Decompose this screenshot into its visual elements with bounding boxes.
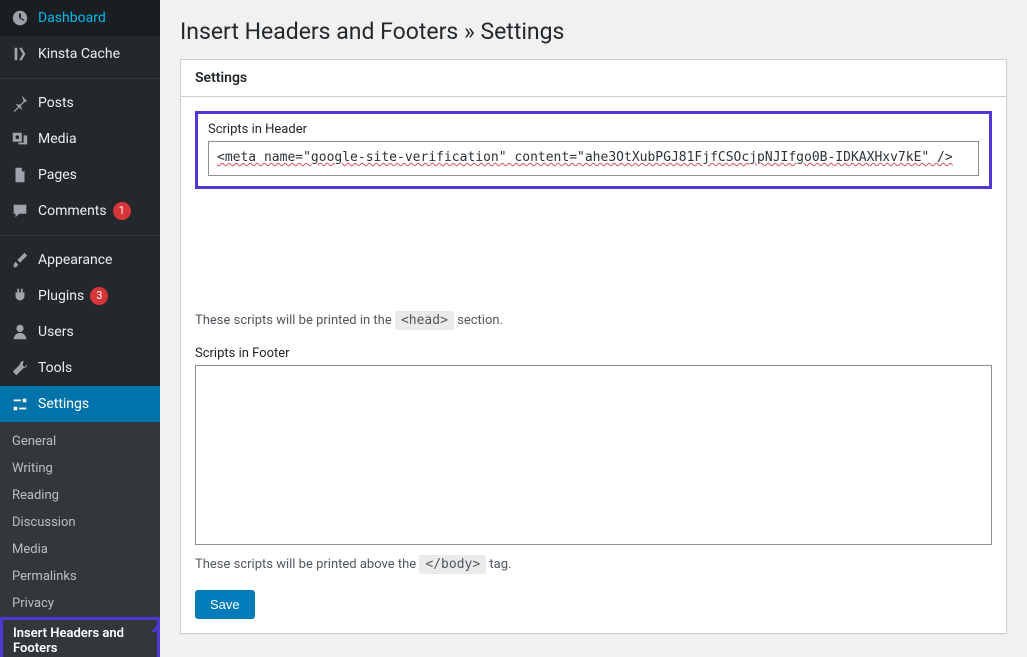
sliders-icon — [10, 394, 30, 414]
comment-icon — [10, 201, 30, 221]
footer-scripts-textarea[interactable] — [195, 365, 992, 545]
head-tag: <head> — [395, 311, 454, 330]
sidebar-item-label: Settings — [38, 396, 89, 412]
wrench-icon — [10, 358, 30, 378]
plugins-badge: 3 — [90, 287, 108, 304]
submenu-item-writing[interactable]: Writing — [0, 455, 160, 482]
footer-scripts-description: These scripts will be printed above the … — [195, 557, 992, 572]
sidebar-item-dashboard[interactable]: Dashboard — [0, 0, 160, 36]
media-icon — [10, 129, 30, 149]
user-icon — [10, 322, 30, 342]
sidebar-item-appearance[interactable]: Appearance — [0, 242, 160, 278]
pin-icon — [10, 93, 30, 113]
settings-submenu: General Writing Reading Discussion Media… — [0, 422, 160, 657]
sidebar-item-label: Plugins — [38, 288, 84, 304]
sidebar-item-label: Media — [38, 131, 77, 147]
header-scripts-textarea[interactable] — [208, 141, 979, 176]
sidebar-item-pages[interactable]: Pages — [0, 157, 160, 193]
submenu-item-insert-headers-footers[interactable]: Insert Headers and Footers — [0, 617, 160, 657]
submenu-item-reading[interactable]: Reading — [0, 482, 160, 509]
settings-panel-heading: Settings — [181, 60, 1006, 97]
page-icon — [10, 165, 30, 185]
sidebar-item-label: Tools — [38, 360, 72, 376]
main-content: Insert Headers and Footers » Settings Se… — [160, 0, 1027, 657]
sidebar-item-label: Pages — [38, 167, 77, 183]
plugin-icon — [10, 286, 30, 306]
submenu-item-general[interactable]: General — [0, 428, 160, 455]
sidebar-item-media[interactable]: Media — [0, 121, 160, 157]
menu-separator — [0, 235, 160, 236]
save-button[interactable]: Save — [195, 590, 255, 619]
sidebar-item-label: Dashboard — [38, 10, 106, 26]
admin-sidebar: Dashboard Kinsta Cache Posts Media Pages… — [0, 0, 160, 657]
menu-separator — [0, 78, 160, 79]
sidebar-item-label: Users — [38, 324, 74, 340]
header-scripts-description: These scripts will be printed in the <he… — [195, 313, 992, 328]
sidebar-item-plugins[interactable]: Plugins 3 — [0, 278, 160, 314]
sidebar-item-tools[interactable]: Tools — [0, 350, 160, 386]
sidebar-item-label: Posts — [38, 95, 74, 111]
submenu-item-privacy[interactable]: Privacy — [0, 590, 160, 617]
sidebar-item-posts[interactable]: Posts — [0, 85, 160, 121]
header-scripts-highlight: Scripts in Header — [195, 111, 992, 189]
comments-badge: 1 — [113, 202, 131, 219]
settings-panel: Settings Scripts in Header These scripts… — [180, 59, 1007, 634]
sidebar-item-label: Kinsta Cache — [38, 46, 120, 62]
dashboard-icon — [10, 8, 30, 28]
page-title: Insert Headers and Footers » Settings — [180, 10, 1007, 59]
sidebar-item-label: Appearance — [38, 252, 112, 268]
submenu-item-media[interactable]: Media — [0, 536, 160, 563]
submenu-item-permalinks[interactable]: Permalinks — [0, 563, 160, 590]
sidebar-item-settings[interactable]: Settings — [0, 386, 160, 422]
footer-scripts-label: Scripts in Footer — [195, 346, 992, 361]
sidebar-item-comments[interactable]: Comments 1 — [0, 193, 160, 229]
brush-icon — [10, 250, 30, 270]
kinsta-icon — [10, 44, 30, 64]
header-scripts-label: Scripts in Header — [208, 122, 979, 137]
submenu-item-discussion[interactable]: Discussion — [0, 509, 160, 536]
sidebar-item-kinsta-cache[interactable]: Kinsta Cache — [0, 36, 160, 72]
body-tag: </body> — [419, 555, 486, 574]
sidebar-item-users[interactable]: Users — [0, 314, 160, 350]
sidebar-item-label: Comments — [38, 203, 107, 219]
